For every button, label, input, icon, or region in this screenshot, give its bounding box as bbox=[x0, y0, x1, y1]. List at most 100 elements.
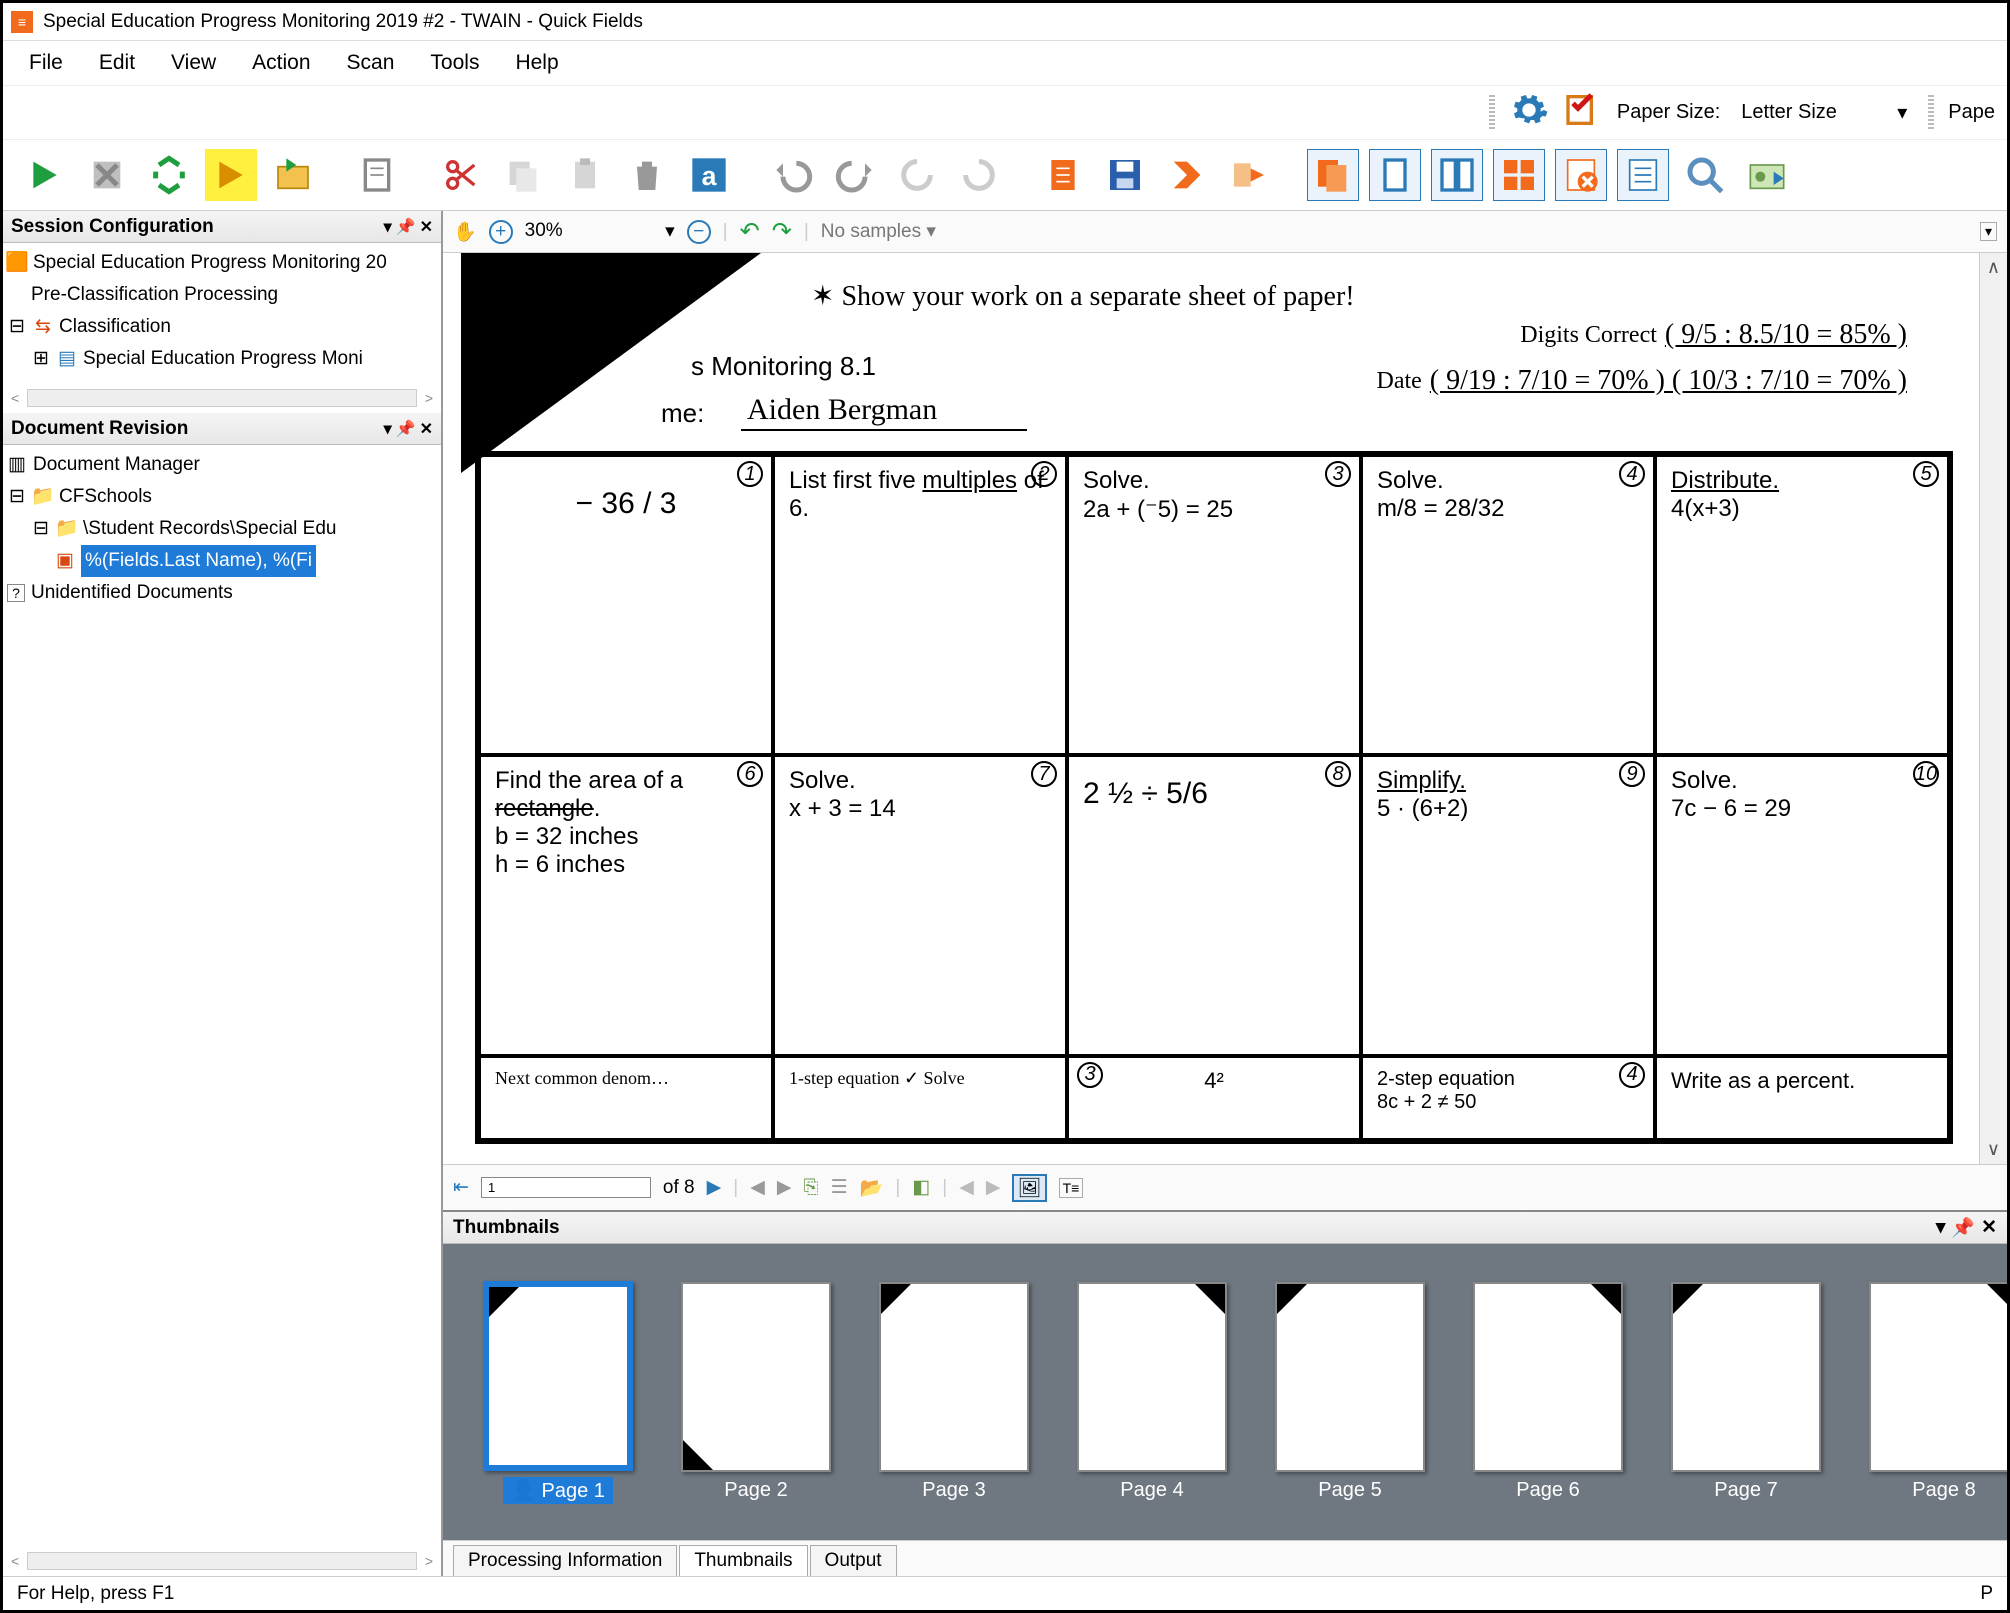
menu-file[interactable]: File bbox=[29, 51, 63, 75]
zoom-select[interactable]: 30% ▾ bbox=[525, 220, 675, 243]
menu-tools[interactable]: Tools bbox=[430, 51, 479, 75]
menu-help[interactable]: Help bbox=[515, 51, 558, 75]
menu-view[interactable]: View bbox=[171, 51, 216, 75]
view-grid-icon[interactable] bbox=[1493, 149, 1545, 201]
menu-scan[interactable]: Scan bbox=[347, 51, 395, 75]
image-thumb-icon[interactable]: 🖼 bbox=[1012, 1174, 1046, 1202]
thumbnail[interactable]: Page 8 bbox=[1869, 1282, 2007, 1503]
settings-gear-icon[interactable] bbox=[1509, 90, 1549, 136]
thumbnail[interactable]: 👤 Page 1 bbox=[483, 1281, 633, 1504]
export-arrow-icon[interactable] bbox=[1223, 149, 1275, 201]
pin-icon[interactable]: 📌 bbox=[1951, 1216, 1975, 1240]
session-tree[interactable]: 🟧Special Education Progress Monitoring 2… bbox=[3, 243, 441, 383]
landscape-run-icon[interactable] bbox=[1741, 149, 1793, 201]
zoom-out-icon[interactable]: − bbox=[687, 220, 711, 244]
menu-edit[interactable]: Edit bbox=[99, 51, 135, 75]
toolbar-grip-icon bbox=[1928, 95, 1934, 131]
nav-right-gray-icon[interactable]: ▶ bbox=[986, 1176, 1001, 1199]
redo-green-icon[interactable]: ↷ bbox=[772, 217, 792, 246]
thumbnail[interactable]: Page 7 bbox=[1671, 1282, 1821, 1503]
view-pages-stack-icon[interactable] bbox=[1307, 149, 1359, 201]
page-first-icon[interactable]: ⇤ bbox=[453, 1176, 469, 1199]
thumbnail[interactable]: Page 5 bbox=[1275, 1282, 1425, 1503]
viewer-body[interactable]: ∧∨ ✶ Show your work on a separate sheet … bbox=[443, 253, 2007, 1164]
close-icon[interactable]: ✕ bbox=[420, 217, 433, 237]
tree-item[interactable]: Document Manager bbox=[33, 449, 200, 481]
revision-tree[interactable]: ▥Document Manager ⊟📁CFSchools ⊟📁\Student… bbox=[3, 445, 441, 1546]
hand-tool-icon[interactable]: ✋ bbox=[453, 220, 477, 244]
tree-item[interactable]: Special Education Progress Monitoring 20 bbox=[33, 247, 387, 279]
orange-arrow-icon[interactable] bbox=[1161, 149, 1213, 201]
thumbnail[interactable]: Page 6 bbox=[1473, 1282, 1623, 1503]
redo-icon[interactable] bbox=[829, 149, 881, 201]
page-icon[interactable] bbox=[351, 149, 403, 201]
recycle-icon[interactable] bbox=[143, 149, 195, 201]
no-samples-dropdown[interactable]: No samples ▾ bbox=[821, 220, 936, 243]
panel-menu-icon[interactable]: ▾ bbox=[384, 419, 392, 439]
name-label: me: bbox=[661, 398, 704, 429]
tree-item-selected[interactable]: %(Fields.Last Name), %(Fi bbox=[81, 545, 316, 577]
nav-left-gray-icon[interactable]: ◀ bbox=[959, 1176, 974, 1199]
panel-menu-icon[interactable]: ▾ bbox=[1936, 1216, 1946, 1240]
magnifier-icon[interactable] bbox=[1679, 149, 1731, 201]
thumbnail[interactable]: Page 3 bbox=[879, 1282, 1029, 1503]
menu-action[interactable]: Action bbox=[252, 51, 310, 75]
session-config-header[interactable]: Session Configuration ▾ 📌 ✕ bbox=[3, 211, 441, 243]
close-icon[interactable]: ✕ bbox=[1981, 1216, 1997, 1240]
view-single-icon[interactable] bbox=[1369, 149, 1421, 201]
tag-icon-green[interactable]: ◧ bbox=[912, 1176, 930, 1199]
vertical-scrollbar[interactable]: ∧∨ bbox=[1979, 253, 2007, 1164]
tree-item[interactable]: Pre-Classification Processing bbox=[31, 279, 278, 311]
trash-icon[interactable] bbox=[621, 149, 673, 201]
open-folder-icon[interactable]: 📂 bbox=[860, 1176, 884, 1200]
zoom-target-icon[interactable]: + bbox=[489, 220, 513, 244]
expand-icon[interactable]: ⊟ bbox=[7, 487, 27, 507]
tree-item[interactable]: Special Education Progress Moni bbox=[83, 343, 363, 375]
view-delete-icon[interactable] bbox=[1555, 149, 1607, 201]
thumbnail[interactable]: Page 4 bbox=[1077, 1282, 1227, 1503]
thumbnail[interactable]: Page 2 bbox=[681, 1282, 831, 1503]
save-icon[interactable] bbox=[1099, 149, 1151, 201]
forward-highlighted-icon[interactable] bbox=[205, 149, 257, 201]
paper-size-select[interactable]: Letter Size ▾ bbox=[1734, 97, 1914, 128]
expand-icon[interactable]: ⊞ bbox=[31, 349, 51, 369]
thumbnails-strip[interactable]: 👤 Page 1 Page 2 Page 3 Page 4 bbox=[443, 1244, 2007, 1540]
undo-icon[interactable] bbox=[767, 149, 819, 201]
page-number-input[interactable] bbox=[481, 1177, 651, 1198]
page-next-icon[interactable]: ▶ bbox=[707, 1176, 722, 1199]
undo-green-icon[interactable]: ↶ bbox=[740, 217, 760, 246]
tab-processing-information[interactable]: Processing Information bbox=[453, 1545, 677, 1576]
tab-output[interactable]: Output bbox=[810, 1545, 897, 1576]
text-mode-icon[interactable]: T≡ bbox=[1059, 1178, 1084, 1198]
page-list-icon[interactable]: ☰ bbox=[831, 1176, 848, 1199]
tab-thumbnails[interactable]: Thumbnails bbox=[679, 1545, 807, 1576]
letter-a-icon[interactable]: a bbox=[683, 149, 735, 201]
status-help-text: For Help, press F1 bbox=[17, 1583, 174, 1605]
thumbnails-header[interactable]: Thumbnails ▾ 📌 ✕ bbox=[443, 1212, 2007, 1244]
pin-icon[interactable]: 📌 bbox=[396, 217, 416, 237]
view-split-icon[interactable] bbox=[1431, 149, 1483, 201]
tree-item[interactable]: \Student Records\Special Edu bbox=[83, 513, 337, 545]
folder-arrow-icon[interactable] bbox=[267, 149, 319, 201]
nav-left-icon[interactable]: ◀ bbox=[750, 1176, 765, 1199]
view-list-icon[interactable] bbox=[1617, 149, 1669, 201]
viewer-menu-icon[interactable]: ▾ bbox=[1980, 222, 1997, 241]
expand-icon[interactable]: ⊟ bbox=[7, 317, 27, 337]
tree-item[interactable]: Unidentified Documents bbox=[31, 577, 233, 609]
checklist-icon[interactable] bbox=[1563, 90, 1603, 136]
tree-item[interactable]: Classification bbox=[59, 311, 171, 343]
tree-item[interactable]: CFSchools bbox=[59, 481, 152, 513]
scissors-icon[interactable] bbox=[435, 149, 487, 201]
orange-doc-icon[interactable] bbox=[1037, 149, 1089, 201]
hscroll[interactable]: <> bbox=[3, 383, 441, 413]
nav-right-icon[interactable]: ▶ bbox=[777, 1176, 792, 1199]
close-icon[interactable]: ✕ bbox=[420, 419, 433, 439]
pin-icon[interactable]: 📌 bbox=[396, 419, 416, 439]
run-play-icon[interactable] bbox=[19, 149, 71, 201]
copy-page-icon[interactable]: ⎘ bbox=[803, 1177, 818, 1199]
panel-menu-icon[interactable]: ▾ bbox=[384, 217, 392, 237]
expand-icon[interactable]: ⊟ bbox=[31, 519, 51, 539]
hscroll[interactable]: <> bbox=[3, 1546, 441, 1576]
upper-toolbar: Paper Size: Letter Size ▾ Pape bbox=[3, 85, 2007, 139]
document-revision-header[interactable]: Document Revision ▾ 📌 ✕ bbox=[3, 413, 441, 445]
